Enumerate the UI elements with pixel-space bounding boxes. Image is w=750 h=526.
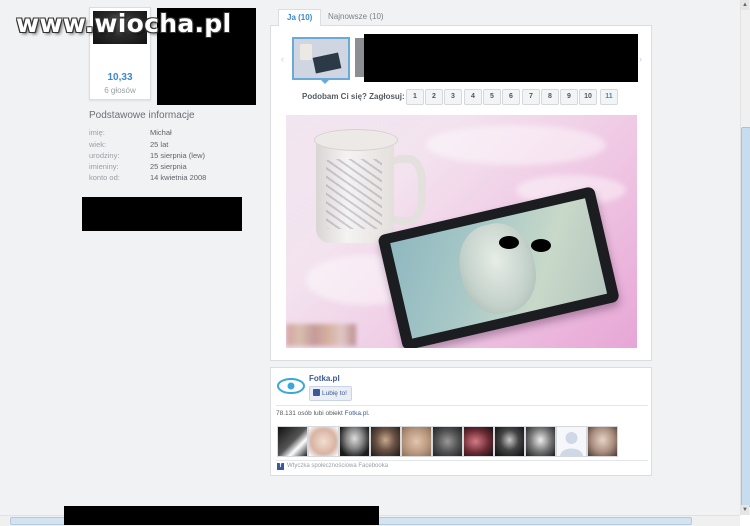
vote-button-4[interactable]: 4 [464, 89, 482, 105]
thumbs-up-icon [313, 389, 320, 396]
vote-button-7[interactable]: 7 [522, 89, 540, 105]
info-label: imię: [89, 128, 105, 137]
fan-avatar[interactable] [370, 426, 401, 457]
eye-censor [531, 239, 551, 252]
gallery-prev-arrow[interactable]: ‹ [281, 54, 284, 64]
mug-rim [314, 129, 398, 151]
photo-fabric [426, 125, 606, 165]
info-label: wiek: [89, 140, 107, 149]
tablet-screen [390, 198, 608, 339]
thumbnail-selected[interactable] [292, 37, 350, 80]
fan-avatar[interactable] [432, 426, 463, 457]
fan-avatar[interactable] [463, 426, 494, 457]
vote-label: Podobam Ci się? Zagłosuj: [302, 92, 405, 101]
mug-pattern [326, 159, 382, 229]
thumbnail-strip [292, 37, 352, 80]
plugin-label: Wtyczka społecznościowa Facebooka [287, 463, 389, 469]
fan-count-text: 78.131 osób lubi obiekt [276, 410, 345, 417]
info-label: konto od: [89, 173, 120, 182]
facebook-icon: f [277, 463, 284, 470]
divider [276, 460, 648, 461]
fan-avatar[interactable] [308, 426, 339, 457]
thumbnail-pointer-icon [319, 78, 331, 84]
thumbnail-mug [300, 44, 312, 60]
fan-count-link[interactable]: Fotka.pl [345, 410, 368, 417]
info-label: imieniny: [89, 162, 119, 171]
main-photo[interactable] [286, 115, 637, 348]
info-value: 25 sierpnia [150, 162, 187, 171]
fan-avatar-placeholder[interactable] [556, 426, 587, 457]
rating-score: 10,33 [107, 72, 133, 83]
info-value: 25 lat [150, 140, 169, 149]
thumbnail-tablet [312, 52, 342, 74]
redacted-block [82, 197, 242, 231]
scroll-down-arrow[interactable]: ▼ [741, 505, 749, 515]
facebook-page-name[interactable]: Fotka.pl [309, 374, 340, 383]
vote-button-1[interactable]: 1 [406, 89, 424, 105]
vote-button-5[interactable]: 5 [483, 89, 501, 105]
scroll-up-arrow[interactable]: ▲ [741, 0, 749, 10]
vote-button-8[interactable]: 8 [541, 89, 559, 105]
gallery-next-arrow[interactable]: › [639, 54, 642, 64]
divider [276, 405, 648, 406]
vote-button-6[interactable]: 6 [502, 89, 520, 105]
info-value: 14 kwietnia 2008 [150, 173, 207, 182]
redacted-block [64, 506, 379, 525]
eye-censor [499, 236, 519, 249]
fan-avatar[interactable] [339, 426, 370, 457]
facebook-like-button[interactable]: Lubię to! [309, 386, 352, 401]
info-value: Michał [150, 128, 172, 137]
vote-button-10[interactable]: 10 [579, 89, 597, 105]
facebook-fan-count: 78.131 osób lubi obiekt Fotka.pl. [276, 410, 370, 417]
facebook-plugin-footer[interactable]: f Wtyczka społecznościowa Facebooka [277, 463, 388, 470]
vote-button-9[interactable]: 9 [560, 89, 578, 105]
vertical-scroll-thumb[interactable] [741, 127, 750, 507]
default-user-icon [560, 432, 583, 456]
vote-button-11[interactable]: 11 [600, 89, 618, 105]
fan-avatar[interactable] [494, 426, 525, 457]
vote-button-2[interactable]: 2 [425, 89, 443, 105]
info-label: urodziny: [89, 151, 120, 160]
info-section-title: Podstawowe informacje [89, 110, 195, 121]
face-on-screen [451, 216, 544, 321]
fan-count-end: . [367, 410, 370, 417]
fan-avatar[interactable] [525, 426, 556, 457]
tab-me[interactable]: Ja (10) [278, 9, 322, 26]
blurred-caption [286, 324, 356, 346]
fan-avatar[interactable] [587, 426, 618, 457]
info-value: 15 sierpnia (lew) [150, 151, 206, 160]
tab-newest[interactable]: Najnowsze (10) [320, 9, 392, 25]
redacted-block [364, 34, 638, 82]
vote-count: 6 głosów [104, 86, 136, 95]
fotka-logo-icon [277, 378, 305, 394]
like-button-label: Lubię to! [322, 390, 347, 397]
vote-button-3[interactable]: 3 [444, 89, 462, 105]
watermark: www.wiocha.pl [16, 9, 232, 38]
fan-avatar[interactable] [401, 426, 432, 457]
fan-avatar[interactable] [277, 426, 308, 457]
